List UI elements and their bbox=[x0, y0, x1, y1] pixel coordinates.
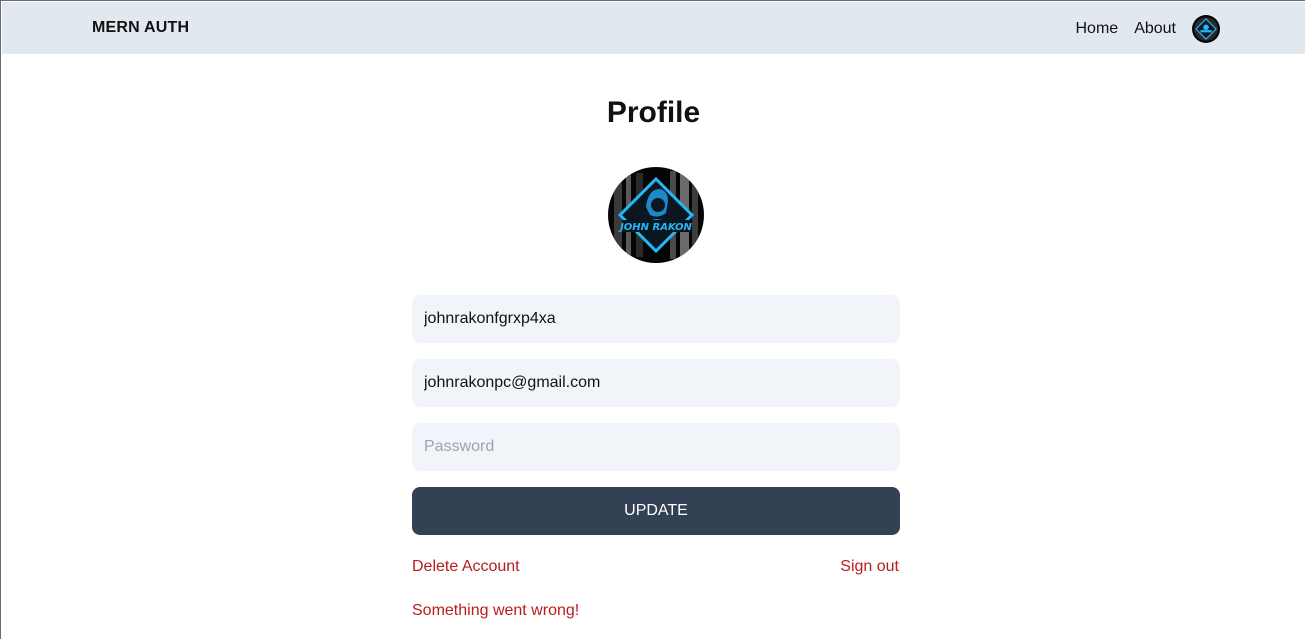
password-field[interactable] bbox=[412, 423, 900, 471]
nav-home-link[interactable]: Home bbox=[1076, 20, 1119, 38]
page-title: Profile bbox=[606, 96, 701, 129]
profile-avatar[interactable]: JOHN RAKON bbox=[608, 167, 704, 263]
delete-account-link[interactable]: Delete Account bbox=[412, 558, 520, 576]
avatar-caption: JOHN RAKON bbox=[618, 222, 692, 233]
nav-avatar[interactable] bbox=[1192, 15, 1220, 43]
brand-logo-text[interactable]: MERN AUTH bbox=[92, 19, 189, 37]
email-field[interactable] bbox=[412, 359, 900, 407]
username-field[interactable] bbox=[412, 295, 900, 343]
error-message: Something went wrong! bbox=[412, 602, 580, 619]
user-avatar-icon bbox=[1192, 15, 1220, 43]
app-window: MERN AUTH Home About Profile JOHN RAKON … bbox=[0, 0, 1305, 639]
update-button[interactable]: UPDATE bbox=[412, 487, 900, 535]
nav-links: Home About bbox=[1076, 14, 1220, 44]
nav-about-link[interactable]: About bbox=[1134, 20, 1176, 38]
sign-out-link[interactable]: Sign out bbox=[840, 558, 899, 576]
navbar: MERN AUTH Home About bbox=[2, 2, 1305, 54]
profile-avatar-image-icon: JOHN RAKON bbox=[608, 167, 704, 263]
